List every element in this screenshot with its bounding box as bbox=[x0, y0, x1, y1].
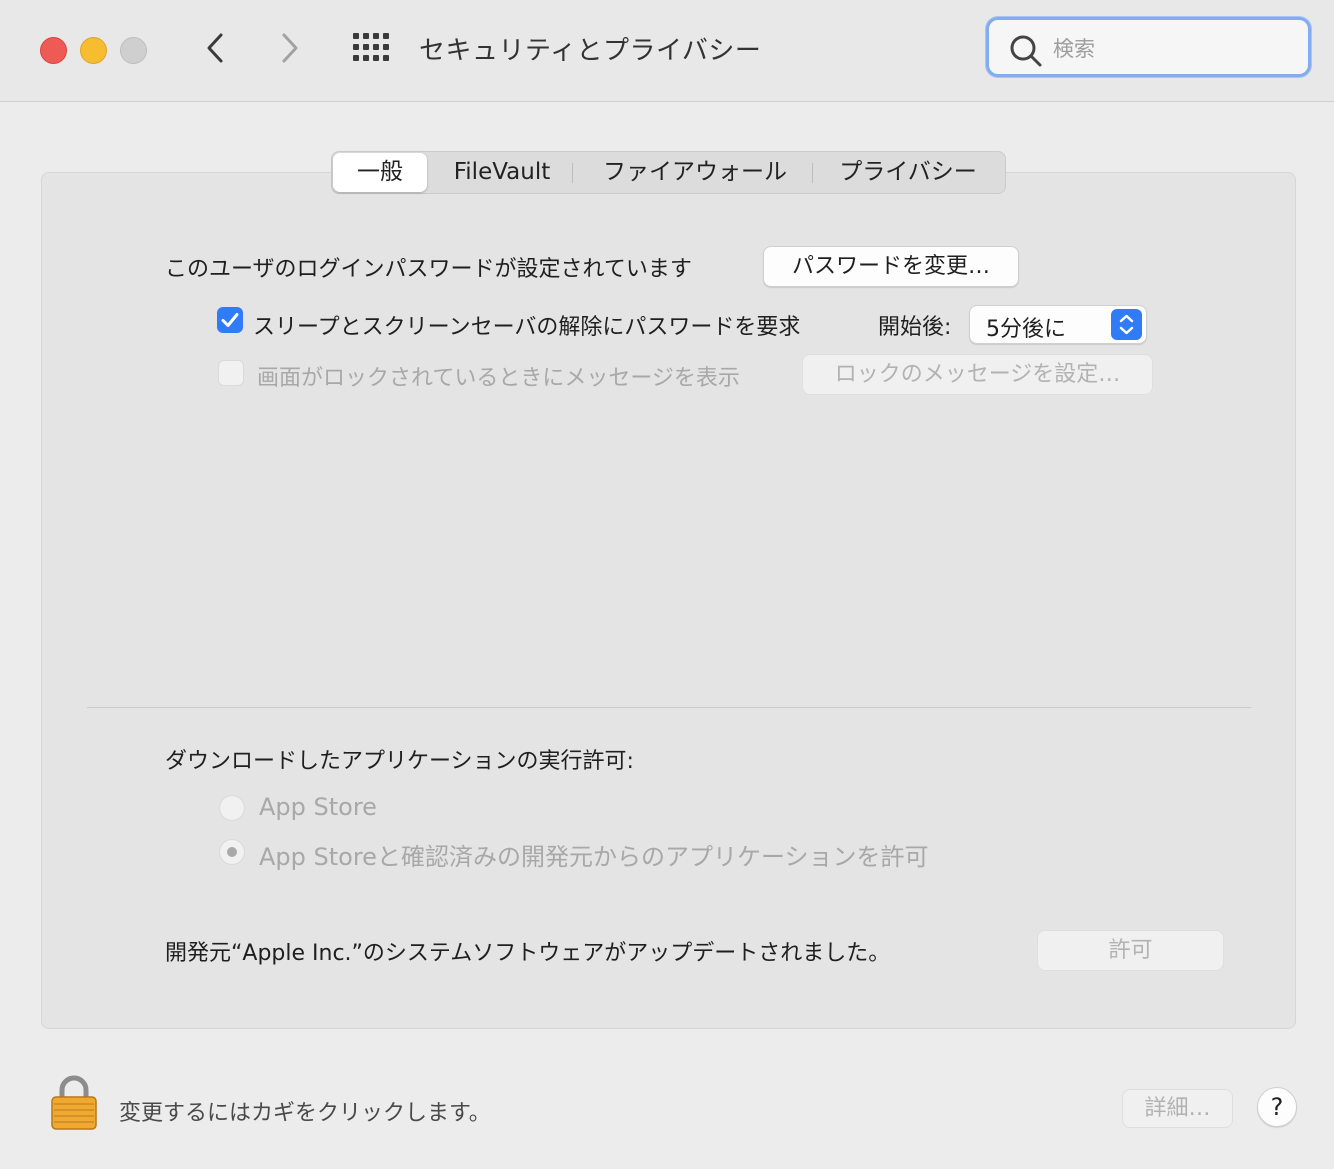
tab-filevault[interactable]: FileVault bbox=[439, 152, 565, 193]
system-software-message: 開発元“Apple Inc.”のシステムソフトウェアがアップデートされました。 bbox=[165, 941, 891, 966]
forward-chevron-icon[interactable] bbox=[275, 30, 305, 66]
window-title: セキュリティとプライバシー bbox=[419, 36, 762, 66]
zoom-window-button[interactable] bbox=[120, 37, 147, 64]
require-password-delay-select[interactable]: 5分後に bbox=[969, 305, 1147, 344]
tab-bar: 一般 FileVault ファイアウォール プライバシー bbox=[331, 151, 1006, 194]
content-panel bbox=[41, 172, 1296, 1029]
require-password-label[interactable]: スリープとスクリーンセーバの解除にパスワードを要求 bbox=[253, 309, 800, 341]
tab-separator bbox=[572, 163, 573, 183]
lock-message-checkbox[interactable] bbox=[218, 360, 244, 386]
select-stepper[interactable] bbox=[1111, 309, 1142, 340]
radio-app-store-and-identified[interactable] bbox=[219, 839, 245, 865]
title-bar: セキュリティとプライバシー bbox=[0, 0, 1334, 102]
lock-icon[interactable] bbox=[50, 1073, 98, 1131]
radio-app-store[interactable] bbox=[219, 795, 245, 821]
radio-app-store-label: App Store bbox=[259, 793, 377, 821]
set-lock-message-button[interactable]: ロックのメッセージを設定… bbox=[802, 354, 1153, 395]
require-password-checkbox[interactable] bbox=[217, 307, 243, 333]
radio-app-store-and-identified-label: App Storeと確認済みの開発元からのアプリケーションを許可 bbox=[259, 843, 929, 871]
select-value: 5分後に bbox=[986, 317, 1066, 342]
lock-hint-text: 変更するにはカギをクリックします。 bbox=[119, 1101, 491, 1126]
search-icon bbox=[1010, 35, 1042, 67]
minimize-window-button[interactable] bbox=[80, 37, 107, 64]
help-button[interactable]: ? bbox=[1257, 1087, 1297, 1127]
login-password-text: このユーザのログインパスワードが設定されています bbox=[165, 257, 692, 282]
checkmark-icon bbox=[221, 313, 239, 327]
section-divider bbox=[87, 707, 1251, 708]
lock-message-label: 画面がロックされているときにメッセージを表示 bbox=[257, 366, 740, 391]
tab-privacy[interactable]: プライバシー bbox=[821, 152, 995, 193]
tab-firewall[interactable]: ファイアウォール bbox=[583, 152, 807, 193]
show-all-grid-icon[interactable] bbox=[353, 33, 391, 63]
tab-separator bbox=[812, 163, 813, 183]
allow-button[interactable]: 許可 bbox=[1037, 930, 1224, 971]
search-input[interactable] bbox=[1051, 34, 1295, 64]
downloads-heading: ダウンロードしたアプリケーションの実行許可: bbox=[165, 749, 634, 774]
advanced-button[interactable]: 詳細… bbox=[1122, 1089, 1233, 1128]
search-field[interactable] bbox=[986, 17, 1311, 77]
change-password-button[interactable]: パスワードを変更… bbox=[763, 246, 1019, 287]
after-label: 開始後: bbox=[878, 315, 952, 340]
radio-selected-dot bbox=[227, 847, 237, 857]
up-down-chevron-icon bbox=[1119, 314, 1134, 335]
tab-general[interactable]: 一般 bbox=[333, 153, 427, 192]
close-window-button[interactable] bbox=[40, 37, 67, 64]
back-chevron-icon[interactable] bbox=[200, 30, 230, 66]
